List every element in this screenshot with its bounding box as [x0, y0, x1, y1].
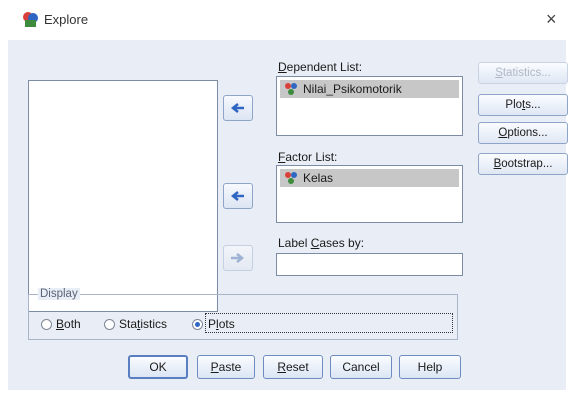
focus-rectangle — [205, 313, 453, 333]
plots-button[interactable]: Plo t s... — [478, 94, 568, 116]
display-both-radio[interactable] — [41, 319, 52, 330]
help-button[interactable]: Help — [399, 355, 461, 379]
list-item[interactable]: Nilai_Psikomotorik — [280, 80, 459, 98]
nominal-variable-icon — [285, 83, 297, 95]
factor-listbox[interactable]: Kelas — [276, 165, 463, 223]
move-to-dependent-button[interactable] — [223, 95, 253, 121]
move-to-label-cases-button[interactable] — [223, 245, 253, 271]
display-plots-label: Plots — [208, 317, 235, 331]
spss-app-icon — [23, 12, 38, 27]
factor-variable-name: Kelas — [303, 171, 334, 185]
display-statistics-radio[interactable] — [104, 319, 115, 330]
display-plots-radio[interactable] — [192, 319, 203, 330]
display-legend: Display — [38, 288, 80, 300]
cancel-button[interactable]: Cancel — [330, 355, 392, 379]
arrow-right-icon — [230, 191, 244, 201]
list-item[interactable]: Kelas — [280, 169, 459, 187]
arrow-right-icon — [231, 253, 245, 263]
reset-button[interactable]: Reset — [263, 355, 323, 379]
label-cases-label: Label Cases by: — [278, 236, 365, 250]
bootstrap-button[interactable]: Bootstrap... — [478, 153, 568, 175]
factor-list-label: Factor List: — [278, 150, 338, 164]
move-to-factor-button[interactable] — [223, 183, 253, 209]
close-icon[interactable]: × — [546, 9, 557, 30]
arrow-right-icon — [230, 103, 244, 113]
paste-button[interactable]: Paste — [197, 355, 255, 379]
selected-dot — [195, 322, 200, 327]
window-title: Explore — [44, 12, 89, 27]
options-button[interactable]: Options... — [478, 122, 568, 144]
source-variable-list[interactable] — [28, 80, 218, 312]
ok-button[interactable]: OK — [128, 355, 188, 379]
display-both-label: Both — [56, 317, 81, 331]
display-statistics-label: Statistics — [119, 317, 168, 331]
label-cases-field[interactable] — [276, 253, 463, 276]
statistics-button[interactable]: Statistics... — [478, 62, 568, 84]
nominal-variable-icon — [285, 172, 297, 184]
dependent-listbox[interactable]: Nilai_Psikomotorik — [276, 76, 463, 136]
dependent-list-label: Dependent List: — [278, 60, 363, 74]
title-bar: Explore × — [0, 0, 573, 40]
dependent-variable-name: Nilai_Psikomotorik — [303, 82, 402, 96]
